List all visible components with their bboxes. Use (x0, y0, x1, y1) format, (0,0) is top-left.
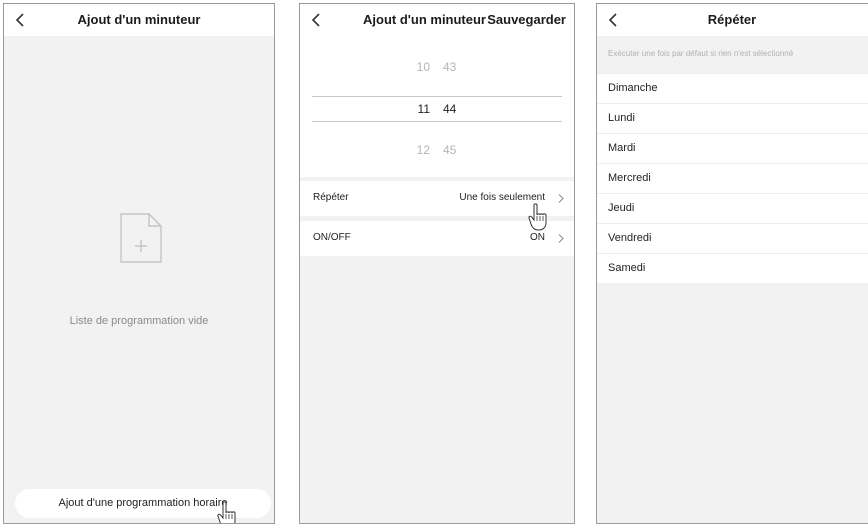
day-item-dimanche[interactable]: Dimanche (597, 73, 868, 103)
picker-row[interactable]: 10 43 (300, 60, 574, 80)
empty-list-text: Liste de programmation vide (69, 315, 209, 327)
time-picker[interactable]: 10 43 11 44 12 45 (300, 36, 574, 177)
screenshot-stage: Ajout d'un minuteur Liste de programmati… (0, 0, 868, 530)
day-item-samedi[interactable]: Samedi (597, 253, 868, 283)
minute-value: 44 (443, 102, 457, 116)
chevron-right-icon (558, 194, 564, 203)
save-button[interactable]: Sauvegarder (487, 12, 566, 27)
day-label: Vendredi (608, 232, 652, 244)
repeat-hint-text: Exécuter une fois par défaut si rien n'e… (608, 49, 794, 58)
hour-value: 10 (416, 60, 430, 74)
picker-divider (312, 96, 562, 97)
page-title: Ajout d'un minuteur (363, 12, 486, 27)
add-timer-screen: Ajout d'un minuteur Sauvegarder 10 43 11… (299, 3, 575, 524)
day-label: Samedi (608, 262, 646, 274)
add-document-icon (120, 213, 162, 263)
repeat-screen: Répéter Exécuter une fois par défaut si … (596, 3, 868, 524)
page-title: Ajout d'un minuteur (77, 12, 201, 27)
minute-value: 43 (443, 60, 457, 74)
picker-divider (312, 121, 562, 122)
chevron-right-icon (558, 234, 564, 243)
timer-list-screen: Ajout d'un minuteur Liste de programmati… (3, 3, 275, 524)
chevron-left-icon[interactable] (309, 11, 323, 29)
day-item-jeudi[interactable]: Jeudi (597, 193, 868, 223)
header: Ajout d'un minuteur Sauvegarder (300, 4, 574, 36)
page-title: Répéter (707, 12, 757, 27)
day-item-vendredi[interactable]: Vendredi (597, 223, 868, 253)
repeat-value: Une fois seulement (459, 192, 545, 203)
hand-pointer-icon (528, 203, 547, 231)
day-list: Dimanche Lundi Mardi Mercredi Jeudi Vend… (597, 73, 868, 283)
day-label: Lundi (608, 112, 635, 124)
day-item-mercredi[interactable]: Mercredi (597, 163, 868, 193)
picker-row-selected[interactable]: 11 44 (300, 102, 574, 122)
picker-row[interactable]: 12 45 (300, 143, 574, 163)
onoff-value: ON (530, 232, 545, 243)
day-label: Jeudi (608, 202, 635, 214)
header: Répéter (597, 4, 868, 36)
header: Ajout d'un minuteur (4, 4, 274, 36)
repeat-label: Répéter (313, 192, 349, 203)
minute-value: 45 (443, 143, 457, 157)
day-label: Dimanche (608, 82, 658, 94)
day-label: Mercredi (608, 172, 651, 184)
hand-pointer-icon (217, 501, 236, 523)
hour-value: 11 (417, 102, 430, 116)
hour-value: 12 (416, 143, 430, 157)
day-item-mardi[interactable]: Mardi (597, 133, 868, 163)
onoff-label: ON/OFF (313, 232, 351, 243)
day-item-lundi[interactable]: Lundi (597, 103, 868, 133)
day-label: Mardi (608, 142, 636, 154)
